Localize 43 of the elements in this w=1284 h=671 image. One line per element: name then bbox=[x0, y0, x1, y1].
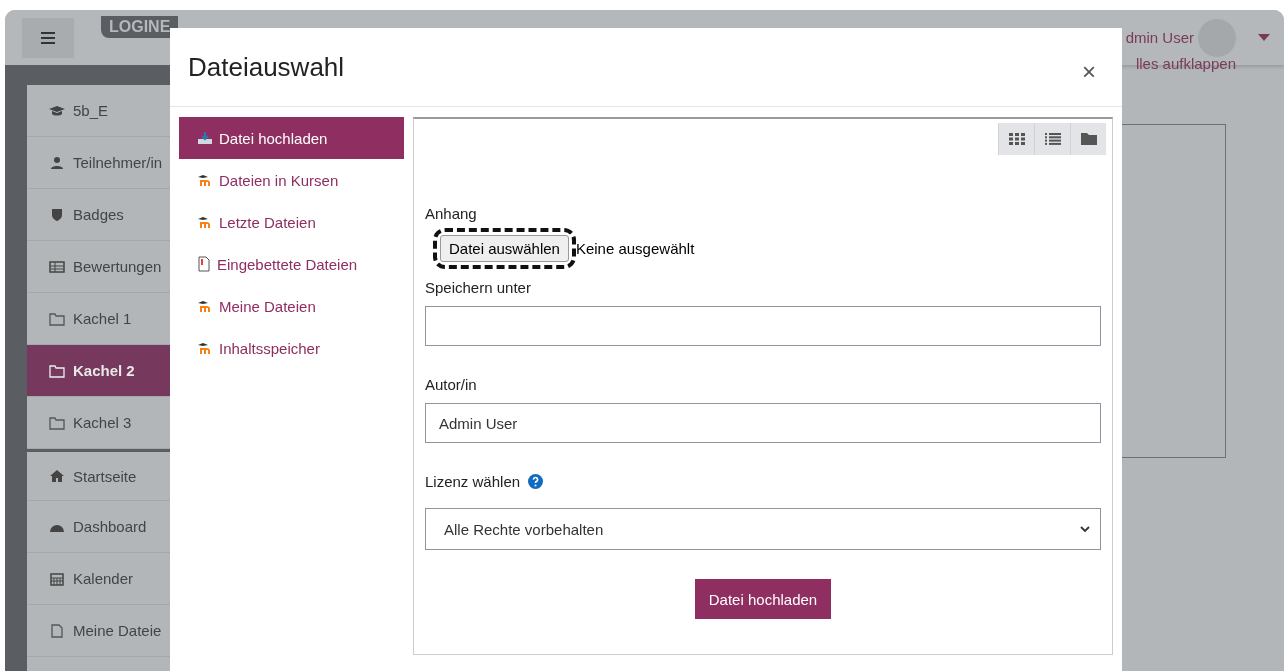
folder-icon bbox=[49, 363, 65, 378]
folder-icon bbox=[49, 415, 65, 430]
menu-icon bbox=[41, 31, 55, 44]
dialog-title: Dateiauswahl bbox=[188, 51, 346, 83]
menu-button[interactable] bbox=[22, 17, 74, 58]
graduation-cap-icon bbox=[49, 103, 65, 118]
list-icon bbox=[1044, 133, 1061, 145]
no-file-text: Keine ausgewählt bbox=[575, 240, 695, 257]
table-icon bbox=[49, 259, 65, 274]
calendar-icon bbox=[49, 571, 65, 586]
view-button[interactable] bbox=[998, 123, 1034, 155]
save-as-label: Speichern unter bbox=[425, 279, 532, 296]
license-select[interactable]: Alle Rechte vorbehalten bbox=[425, 508, 1101, 550]
save-as-field[interactable] bbox=[425, 306, 1101, 346]
folder-icon bbox=[49, 311, 65, 326]
view-button[interactable] bbox=[1070, 123, 1106, 155]
close-button[interactable]: × bbox=[1074, 58, 1104, 86]
folder-icon bbox=[1080, 133, 1097, 145]
license-label: Lizenz wählen bbox=[425, 473, 521, 490]
shield-icon bbox=[49, 207, 65, 222]
view-button[interactable] bbox=[1034, 123, 1070, 155]
file-icon bbox=[49, 623, 65, 638]
home-icon bbox=[49, 469, 65, 483]
moodle-logo-icon bbox=[197, 174, 213, 186]
logo[interactable]: LOGINE bbox=[101, 16, 179, 38]
user-name[interactable]: dmin User bbox=[1125, 29, 1194, 46]
moodle-logo-icon bbox=[197, 342, 213, 354]
upload-icon bbox=[197, 131, 213, 145]
caret-icon[interactable] bbox=[1258, 34, 1270, 41]
author-label: Autor/in bbox=[425, 376, 478, 393]
moodle-logo-icon bbox=[197, 216, 213, 228]
chevron-down-icon bbox=[1080, 525, 1090, 533]
document-icon bbox=[197, 256, 211, 272]
help-icon[interactable] bbox=[528, 474, 544, 489]
grid-icon bbox=[1008, 133, 1025, 145]
author-field[interactable]: Admin User bbox=[425, 403, 1101, 443]
choose-file-button[interactable]: Datei auswählen bbox=[440, 235, 569, 262]
attachment-label: Anhang bbox=[425, 205, 478, 222]
upload-button[interactable]: Datei hochladen bbox=[694, 579, 832, 619]
repository-item[interactable]: Datei hochladen bbox=[179, 117, 404, 159]
users-icon bbox=[49, 155, 65, 170]
moodle-logo-icon bbox=[197, 300, 213, 312]
expand-all-link[interactable]: lles aufklappen bbox=[1135, 55, 1236, 72]
